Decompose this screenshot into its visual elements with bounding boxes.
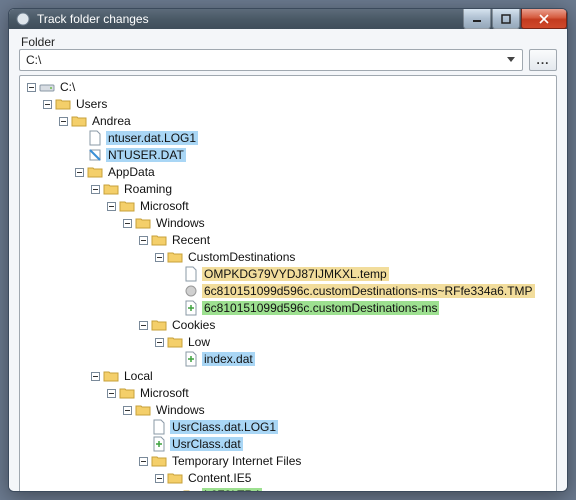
- tree-item[interactable]: Windows: [154, 403, 207, 417]
- collapse-icon[interactable]: [136, 318, 150, 332]
- folder-path: C:\: [26, 53, 502, 67]
- folder-icon: [135, 215, 151, 231]
- folder-icon: [167, 249, 183, 265]
- tree-item[interactable]: Roaming: [122, 182, 174, 196]
- collapse-icon[interactable]: [152, 250, 166, 264]
- tree-item[interactable]: Local: [122, 369, 155, 383]
- file-icon: [87, 130, 103, 146]
- tree-item[interactable]: NTUSER.DAT: [106, 148, 186, 162]
- tree-item[interactable]: Recent: [170, 233, 212, 247]
- combo-dropdown-icon[interactable]: [502, 51, 520, 69]
- window-title: Track folder changes: [37, 12, 462, 26]
- tree-item[interactable]: AppData: [106, 165, 157, 179]
- collapse-icon[interactable]: [136, 454, 150, 468]
- tree-item[interactable]: 6c810151099d596c.customDestinations-ms: [202, 301, 439, 315]
- file-icon: [151, 419, 167, 435]
- tree-item[interactable]: ntuser.dat.LOG1: [106, 131, 198, 145]
- tree-item[interactable]: index.dat: [202, 352, 255, 366]
- tree-item[interactable]: CustomDestinations: [186, 250, 297, 264]
- app-window: Track folder changes Folder C:\ ...: [8, 8, 568, 492]
- collapse-icon[interactable]: [120, 216, 134, 230]
- maximize-button[interactable]: [492, 9, 520, 29]
- folder-icon: [135, 402, 151, 418]
- client-area: Folder C:\ ... C:\: [9, 29, 567, 492]
- file-added-icon: [151, 436, 167, 452]
- tree-item[interactable]: Microsoft: [138, 386, 191, 400]
- file-added-icon: [183, 300, 199, 316]
- folder-icon: [151, 453, 167, 469]
- folder-combo[interactable]: C:\: [19, 49, 523, 71]
- folder-icon: [71, 113, 87, 129]
- folder-icon: [119, 198, 135, 214]
- tree-item-root[interactable]: C:\: [58, 80, 77, 94]
- titlebar[interactable]: Track folder changes: [9, 9, 567, 29]
- collapse-icon[interactable]: [104, 199, 118, 213]
- tree-item[interactable]: UsrClass.dat.LOG1: [170, 420, 278, 434]
- tree-item[interactable]: Windows: [154, 216, 207, 230]
- folder-icon: [151, 232, 167, 248]
- tree-item[interactable]: Users: [74, 97, 109, 111]
- folder-label: Folder: [19, 35, 557, 49]
- folder-icon: [183, 487, 199, 492]
- tree-item[interactable]: Content.IE5: [186, 471, 253, 485]
- app-icon: [15, 11, 31, 27]
- folder-icon: [87, 164, 103, 180]
- collapse-icon[interactable]: [24, 80, 38, 94]
- file-added-icon: [183, 351, 199, 367]
- folder-icon: [119, 385, 135, 401]
- tree-item[interactable]: UsrClass.dat: [170, 437, 243, 451]
- folder-icon: [167, 334, 183, 350]
- drive-icon: [39, 79, 55, 95]
- collapse-icon[interactable]: [152, 471, 166, 485]
- collapse-icon[interactable]: [56, 114, 70, 128]
- close-button[interactable]: [521, 9, 567, 29]
- tree-item[interactable]: 6c810151099d596c.customDestinations-ms~R…: [202, 284, 535, 298]
- browse-button[interactable]: ...: [529, 49, 557, 71]
- window-controls: [462, 9, 567, 29]
- tree-item[interactable]: Microsoft: [138, 199, 191, 213]
- folder-icon: [55, 96, 71, 112]
- collapse-icon[interactable]: [168, 488, 182, 492]
- folder-icon: [167, 470, 183, 486]
- collapse-icon[interactable]: [72, 165, 86, 179]
- tree-item[interactable]: Low: [186, 335, 212, 349]
- tree-container: C:\ Users: [19, 75, 557, 492]
- collapse-icon[interactable]: [136, 233, 150, 247]
- collapse-icon[interactable]: [40, 97, 54, 111]
- folder-icon: [103, 181, 119, 197]
- collapse-icon[interactable]: [120, 403, 134, 417]
- folder-tree[interactable]: C:\ Users: [20, 76, 556, 492]
- file-icon: [183, 266, 199, 282]
- tree-item[interactable]: Temporary Internet Files: [170, 454, 303, 468]
- file-modified-icon: [87, 147, 103, 163]
- tree-item[interactable]: OMPKDG79VYDJ87IJMKXL.temp: [202, 267, 389, 281]
- collapse-icon[interactable]: [104, 386, 118, 400]
- tree-item[interactable]: Cookies: [170, 318, 217, 332]
- folder-icon: [151, 317, 167, 333]
- tree-item[interactable]: Andrea: [90, 114, 133, 128]
- collapse-icon[interactable]: [88, 369, 102, 383]
- minimize-button[interactable]: [463, 9, 491, 29]
- folder-icon: [103, 368, 119, 384]
- file-deleted-icon: [183, 283, 199, 299]
- collapse-icon[interactable]: [152, 335, 166, 349]
- collapse-icon[interactable]: [88, 182, 102, 196]
- tree-item[interactable]: L6Z9LTR4: [202, 488, 262, 492]
